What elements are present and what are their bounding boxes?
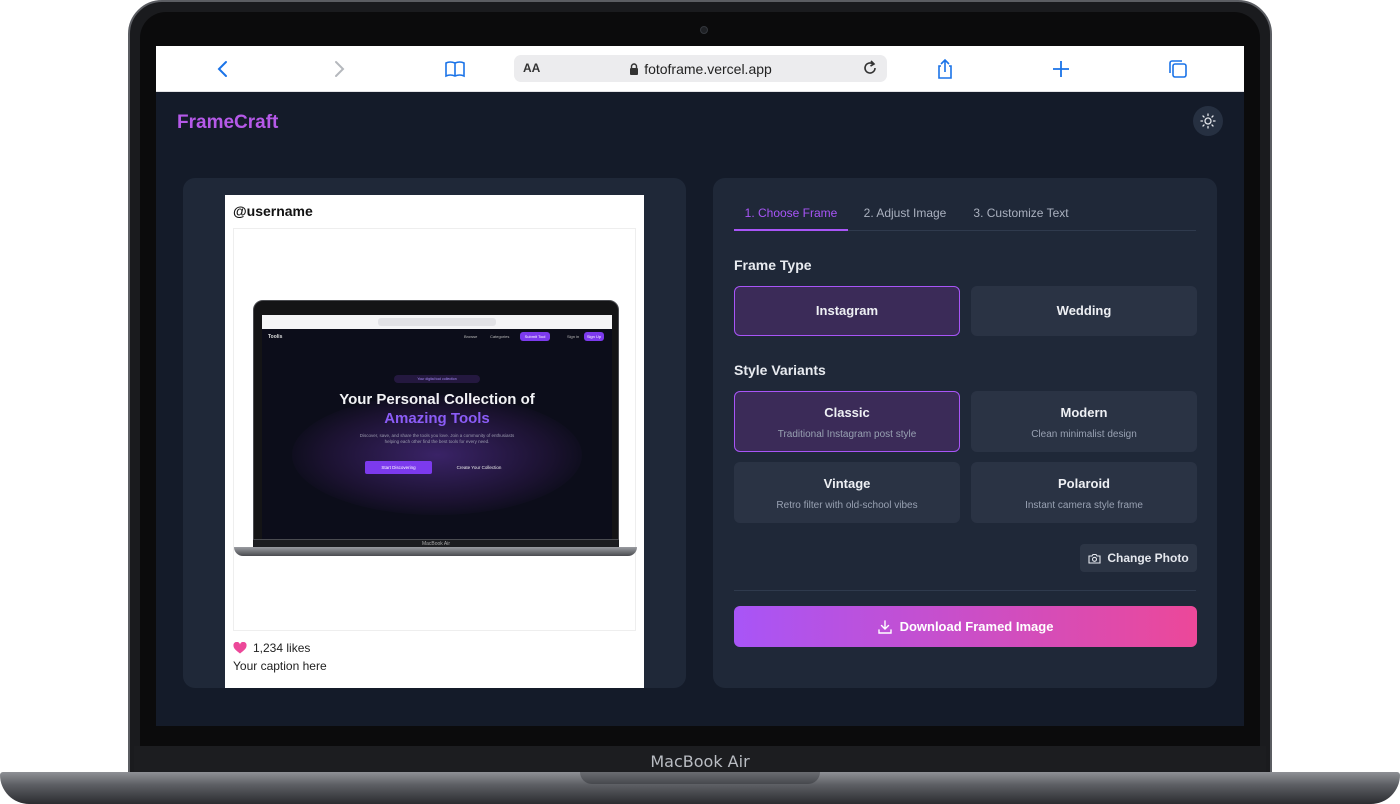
- tab-customize-text[interactable]: 3. Customize Text: [966, 206, 1076, 231]
- style-option-modern[interactable]: Modern Clean minimalist design: [971, 391, 1197, 452]
- style-option-label: Vintage: [823, 476, 871, 491]
- photo-headline: Your Personal Collection of: [339, 391, 535, 408]
- frame-option-label: Wedding: [1056, 303, 1112, 318]
- editor-card: 1. Choose Frame 2. Adjust Image 3. Custo…: [713, 178, 1217, 688]
- change-photo-label: Change Photo: [1107, 551, 1189, 565]
- preview-card: @username Toolis Browse Categories Submi…: [183, 178, 686, 688]
- style-option-desc: Traditional Instagram post style: [777, 429, 917, 440]
- style-option-desc: Clean minimalist design: [1031, 429, 1137, 440]
- photo-laptop-lid: Toolis Browse Categories Submit Tool Sig…: [253, 300, 619, 540]
- lock-icon: [630, 63, 639, 75]
- photo-laptop-screen: Toolis Browse Categories Submit Tool Sig…: [262, 315, 612, 539]
- tab-choose-frame[interactable]: 1. Choose Frame: [734, 206, 848, 231]
- likes-count: 1,234 likes: [253, 641, 311, 655]
- url-text: fotoframe.vercel.app: [644, 61, 772, 77]
- photo-headline-accent: Amazing Tools: [384, 410, 490, 427]
- photo-browser-bar: [262, 315, 612, 329]
- style-option-label: Polaroid: [1057, 476, 1110, 491]
- post-likes: 1,234 likes: [233, 641, 310, 655]
- style-option-classic[interactable]: Classic Traditional Instagram post style: [734, 391, 960, 452]
- photo-badge: Your digital tool collection: [394, 375, 480, 383]
- frame-option-instagram[interactable]: Instagram: [734, 286, 960, 336]
- change-photo-button[interactable]: Change Photo: [1080, 544, 1197, 572]
- tab-adjust-image[interactable]: 2. Adjust Image: [854, 206, 956, 231]
- photo-primary-button: Start Discovering: [365, 461, 432, 474]
- reload-icon[interactable]: [861, 59, 879, 77]
- theme-toggle-button[interactable]: [1193, 106, 1223, 136]
- instagram-post-frame: @username Toolis Browse Categories Submi…: [225, 195, 644, 688]
- style-option-label: Modern: [1060, 405, 1108, 420]
- photo-subtitle: Discover, save, and share the tools you …: [359, 433, 515, 444]
- style-option-desc: Instant camera style frame: [1025, 500, 1143, 511]
- photo-secondary-button: Create Your Collection: [456, 465, 502, 470]
- download-icon: [877, 620, 892, 634]
- style-option-label: Classic: [824, 405, 870, 420]
- laptop-opening-notch: [580, 772, 820, 784]
- style-option-vintage[interactable]: Vintage Retro filter with old-school vib…: [734, 462, 960, 523]
- photo-nav-submit: Submit Tool: [520, 332, 550, 341]
- framecraft-app: FrameCraft @username Toolis Browse Categ…: [156, 92, 1244, 726]
- step-tabs: 1. Choose Frame 2. Adjust Image 3. Custo…: [734, 206, 1196, 231]
- new-tab-plus-icon[interactable]: [1050, 58, 1072, 80]
- forward-chevron-icon[interactable]: [328, 58, 350, 80]
- frame-option-label: Instagram: [815, 303, 879, 318]
- address-bar[interactable]: AA fotoframe.vercel.app: [514, 55, 887, 82]
- camera-dot: [700, 26, 708, 34]
- photo-laptop-base: [234, 547, 637, 556]
- browser-toolbar: AA fotoframe.vercel.app: [156, 46, 1244, 92]
- frame-type-title: Frame Type: [734, 257, 812, 273]
- heart-icon[interactable]: [233, 642, 247, 654]
- bookmarks-book-icon[interactable]: [444, 58, 466, 80]
- download-button[interactable]: Download Framed Image: [734, 606, 1197, 647]
- post-username[interactable]: @username: [233, 203, 313, 219]
- style-option-polaroid[interactable]: Polaroid Instant camera style frame: [971, 462, 1197, 523]
- photo-nav-categories: Categories: [490, 334, 510, 339]
- download-label: Download Framed Image: [899, 619, 1054, 634]
- back-chevron-icon[interactable]: [212, 58, 234, 80]
- post-caption: Your caption here: [233, 659, 327, 673]
- sun-icon: [1200, 113, 1216, 129]
- style-variants-title: Style Variants: [734, 362, 826, 378]
- device-label: MacBook Air: [650, 752, 750, 771]
- frame-option-wedding[interactable]: Wedding: [971, 286, 1197, 336]
- screen: AA fotoframe.vercel.app FrameCraft @user…: [156, 46, 1244, 726]
- divider: [734, 590, 1196, 591]
- photo-nav-browse: Browse: [464, 334, 478, 339]
- macbook-mockup: AA fotoframe.vercel.app FrameCraft @user…: [0, 0, 1400, 804]
- photo-url-bar: [378, 318, 496, 326]
- camera-icon: [1088, 553, 1101, 564]
- photo-nav-signup: Sign Up: [584, 332, 604, 341]
- share-icon[interactable]: [934, 58, 956, 80]
- photo-nav-signin: Sign in: [567, 334, 580, 339]
- tabs-overview-icon[interactable]: [1167, 58, 1189, 80]
- brand-logo[interactable]: FrameCraft: [177, 112, 278, 134]
- post-image: Toolis Browse Categories Submit Tool Sig…: [233, 228, 637, 631]
- style-option-desc: Retro filter with old-school vibes: [776, 500, 918, 511]
- photo-nav: [262, 329, 612, 345]
- photo-brand: Toolis: [268, 334, 283, 340]
